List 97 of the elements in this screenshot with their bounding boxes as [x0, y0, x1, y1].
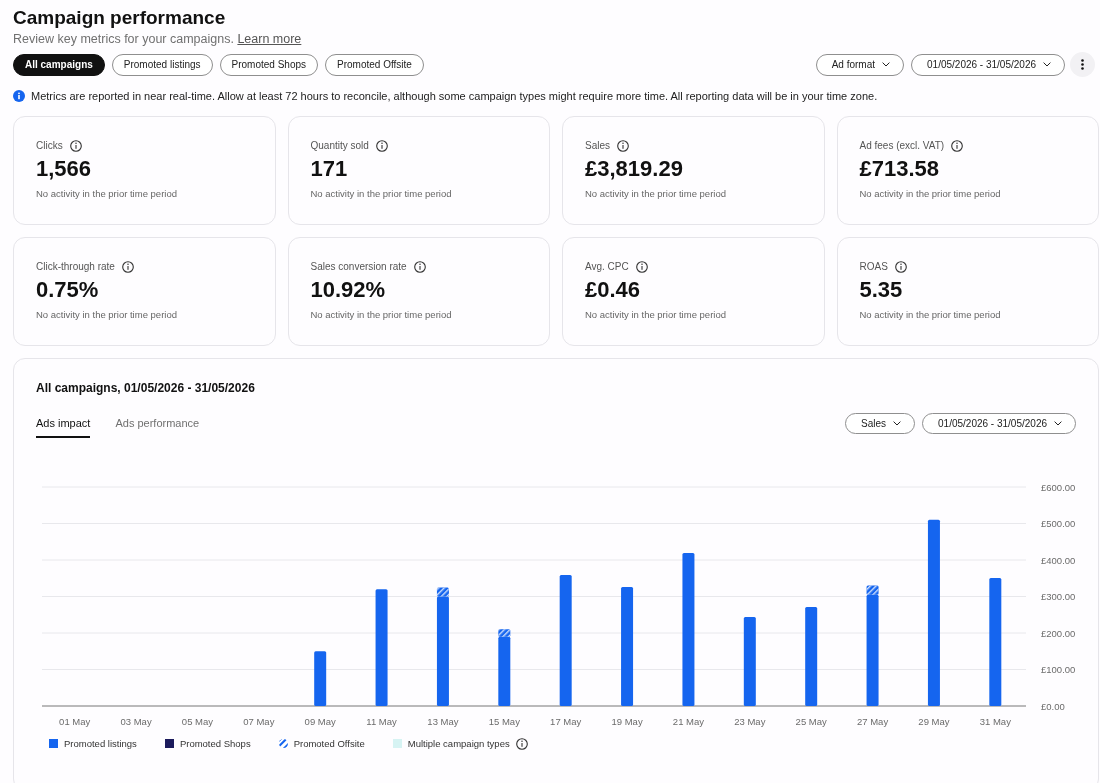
x-axis-label: 17 May	[550, 716, 582, 727]
campaign-filter-chip[interactable]: Promoted listings	[111, 53, 213, 76]
metric-value: 1,566	[36, 155, 92, 183]
dropdown-button[interactable]: Ad format	[815, 53, 904, 76]
hatched-bar[interactable]	[498, 629, 511, 637]
bar[interactable]	[559, 574, 572, 706]
x-axis-label: 27 May	[857, 716, 889, 727]
vertical-dots-icon	[1081, 59, 1084, 70]
campaign-filter-chip[interactable]: Promoted Shops	[219, 53, 318, 76]
bar[interactable]	[314, 651, 327, 706]
x-axis-label: 19 May	[611, 716, 643, 727]
x-axis-label: 21 May	[672, 716, 704, 727]
metric-note: No activity in the prior time period	[36, 187, 178, 200]
metric-value: £0.46	[585, 276, 641, 304]
y-axis-label: £400.00	[1041, 554, 1076, 566]
y-axis-label: £500.00	[1041, 518, 1076, 529]
hatched-bar[interactable]	[866, 585, 879, 595]
bar[interactable]	[498, 636, 511, 706]
learn-more-link[interactable]: Learn more	[237, 32, 302, 46]
metric-label: ROAS	[859, 260, 888, 274]
bar[interactable]	[866, 594, 879, 706]
campaign-filter-chip[interactable]: All campaigns	[13, 53, 105, 76]
metric-label: Quantity sold	[310, 139, 369, 153]
metric-note: No activity in the prior time period	[310, 308, 453, 321]
caret-icon	[1043, 62, 1051, 67]
legend-label: Multiple campaign types	[407, 737, 510, 750]
tab[interactable]: Ads performance	[115, 416, 200, 438]
notice-text: Metrics are reported in near real-time. Allow at least 72 hours to reconcile, although some campaign types might require more time. All reporting data will be in your time zone.	[31, 89, 878, 103]
x-axis-label: 01 May	[59, 716, 91, 727]
metric-label: Avg. CPC	[585, 260, 629, 274]
campaign-filter-chip[interactable]: Promoted Offsite	[325, 53, 424, 76]
metric-value: £713.58	[859, 155, 940, 183]
metric-value: 10.92%	[310, 276, 386, 304]
metric-value: 171	[310, 155, 348, 183]
bar[interactable]	[743, 616, 756, 706]
tab[interactable]: Ads impact	[36, 416, 91, 438]
x-axis-label: 09 May	[304, 716, 336, 727]
x-axis-label: 05 May	[181, 716, 213, 727]
bar[interactable]	[375, 589, 388, 706]
page-title: Campaign performance	[13, 6, 226, 30]
y-axis-label: £0.00	[1041, 700, 1065, 712]
metric-note: No activity in the prior time period	[859, 187, 1002, 200]
info-icon[interactable]	[69, 140, 82, 152]
dropdown-button[interactable]: Sales	[845, 413, 915, 434]
legend-label: Promoted Offsite	[293, 737, 365, 750]
dropdown-button[interactable]: 01/05/2026 - 31/05/2026	[911, 53, 1065, 76]
metric-label: Clicks	[36, 139, 63, 153]
metric-label: Ad fees (excl. VAT)	[859, 139, 945, 153]
y-axis-label: £600.00	[1041, 481, 1076, 493]
metric-label: Sales	[585, 139, 610, 153]
x-axis-label: 13 May	[427, 716, 459, 727]
bar[interactable]	[682, 553, 695, 706]
y-axis-label: £200.00	[1041, 627, 1076, 639]
dropdown-button[interactable]: 01/05/2026 - 31/05/2026	[922, 413, 1076, 434]
bar[interactable]	[927, 519, 940, 706]
y-axis-label: £300.00	[1041, 591, 1076, 602]
info-icon[interactable]	[413, 261, 426, 273]
chart-title: All campaigns, 01/05/2026 - 31/05/2026	[36, 380, 255, 396]
more-options-button[interactable]	[1070, 52, 1095, 77]
metric-note: No activity in the prior time period	[585, 187, 727, 200]
info-icon[interactable]	[951, 140, 964, 152]
x-axis-label: 29 May	[918, 716, 950, 727]
metric-value: 5.35	[859, 276, 903, 304]
info-icon[interactable]	[121, 261, 134, 273]
info-icon[interactable]	[617, 140, 629, 152]
bar[interactable]	[989, 577, 1002, 706]
metric-value: 0.75%	[36, 276, 99, 304]
x-axis-label: 11 May	[366, 716, 397, 727]
hatched-bar[interactable]	[436, 587, 449, 597]
bar[interactable]	[436, 596, 449, 706]
bar[interactable]	[621, 587, 634, 706]
caret-icon	[882, 62, 890, 67]
metric-note: No activity in the prior time period	[585, 308, 727, 321]
metric-value: £3,819.29	[585, 155, 683, 183]
metric-note: No activity in the prior time period	[859, 308, 1002, 321]
bar[interactable]	[805, 607, 818, 706]
x-axis-label: 25 May	[795, 716, 827, 727]
metric-note: No activity in the prior time period	[310, 187, 453, 200]
y-axis-label: £100.00	[1041, 664, 1076, 675]
x-axis-label: 07 May	[243, 716, 275, 727]
x-axis-label: 03 May	[120, 716, 152, 727]
page-subtitle: Review key metrics for your campaigns. Learn more	[13, 31, 302, 47]
legend-label: Promoted Shops	[179, 737, 251, 750]
info-icon[interactable]	[635, 261, 648, 273]
info-icon[interactable]	[515, 737, 528, 750]
x-axis-label: 31 May	[979, 716, 1011, 727]
x-axis-label: 23 May	[734, 716, 766, 727]
info-icon[interactable]	[375, 140, 388, 152]
metric-label: Sales conversion rate	[310, 260, 407, 274]
legend-label: Promoted listings	[64, 737, 137, 750]
caret-icon	[893, 421, 901, 426]
metric-note: No activity in the prior time period	[36, 308, 178, 321]
info-icon	[13, 90, 25, 102]
info-icon[interactable]	[894, 261, 907, 273]
x-axis-label: 15 May	[488, 716, 520, 727]
caret-icon	[1054, 421, 1062, 426]
metric-label: Click-through rate	[36, 260, 115, 274]
